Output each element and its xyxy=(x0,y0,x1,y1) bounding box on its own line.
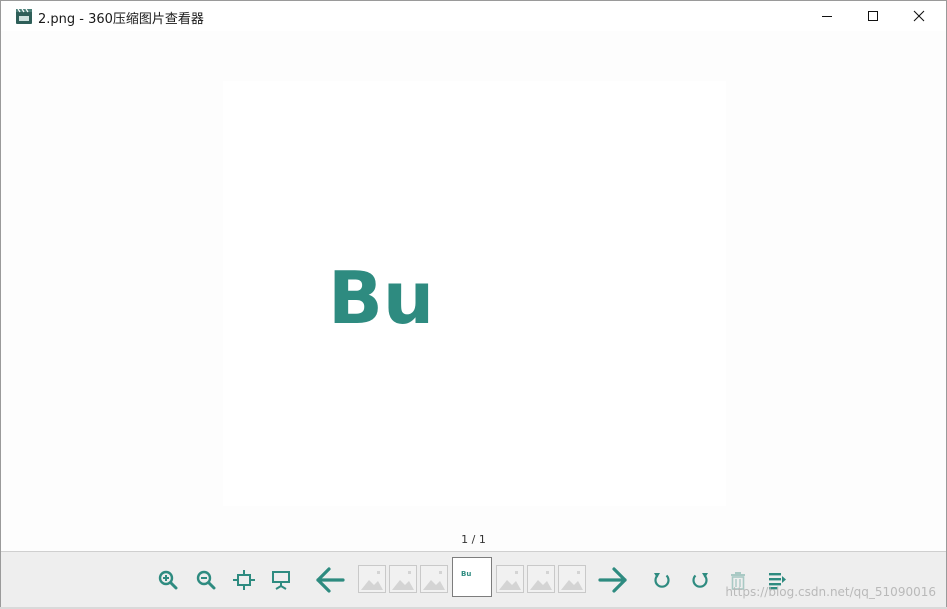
image-viewer-area[interactable]: Bu 1 / 1 xyxy=(1,31,946,551)
app-icon xyxy=(16,8,32,24)
close-button[interactable] xyxy=(896,1,942,31)
maximize-button[interactable] xyxy=(850,1,896,31)
close-icon xyxy=(913,10,925,22)
minimize-icon xyxy=(822,16,832,17)
image-text: Bu xyxy=(328,256,434,340)
zoom-in-icon xyxy=(158,570,178,590)
thumbnail[interactable] xyxy=(389,565,417,593)
next-arrow-icon xyxy=(598,567,627,593)
next-button[interactable] xyxy=(597,564,629,596)
zoom-in-button[interactable] xyxy=(156,568,180,592)
displayed-image[interactable]: Bu xyxy=(223,81,726,506)
previous-arrow-icon xyxy=(316,567,345,593)
rotate-right-button[interactable] xyxy=(688,568,712,592)
maximize-icon xyxy=(868,11,878,21)
fit-window-button[interactable] xyxy=(232,568,256,592)
rotate-right-icon xyxy=(692,573,708,588)
image-placeholder-icon xyxy=(499,571,521,590)
rotate-left-icon xyxy=(654,573,670,588)
minimize-button[interactable] xyxy=(804,1,850,31)
zoom-out-button[interactable] xyxy=(194,568,218,592)
image-placeholder-icon xyxy=(530,571,552,590)
thumbnail[interactable] xyxy=(527,565,555,593)
watermark: https://blog.csdn.net/qq_51090016 xyxy=(725,585,936,599)
thumbnail-caption: Bu xyxy=(461,570,472,578)
thumbnail[interactable] xyxy=(558,565,586,593)
rotate-left-button[interactable] xyxy=(650,568,674,592)
thumbnail[interactable] xyxy=(420,565,448,593)
image-content: Bu xyxy=(328,256,434,340)
zoom-out-icon xyxy=(196,570,216,590)
slideshow-button[interactable] xyxy=(269,568,293,592)
thumbnail-active[interactable]: Bu xyxy=(452,557,492,597)
thumbnail[interactable] xyxy=(358,565,386,593)
page-indicator: 1 / 1 xyxy=(461,533,486,546)
window-title: 2.png - 360压缩图片查看器 xyxy=(38,12,204,27)
viewer-window: 2.png - 360压缩图片查看器 Bu 1 / 1 Bu https://b… xyxy=(0,0,947,609)
titlebar[interactable]: 2.png - 360压缩图片查看器 xyxy=(1,1,946,31)
previous-button[interactable] xyxy=(314,564,346,596)
thumbnail[interactable] xyxy=(496,565,524,593)
slideshow-icon xyxy=(272,571,290,590)
image-placeholder-icon xyxy=(561,571,583,590)
image-placeholder-icon xyxy=(361,571,383,590)
image-placeholder-icon xyxy=(392,571,414,590)
image-placeholder-icon xyxy=(423,571,445,590)
bottom-toolbar: Bu https://blog.csdn.net/qq_51090016 xyxy=(1,551,946,608)
fit-window-icon xyxy=(233,570,255,590)
